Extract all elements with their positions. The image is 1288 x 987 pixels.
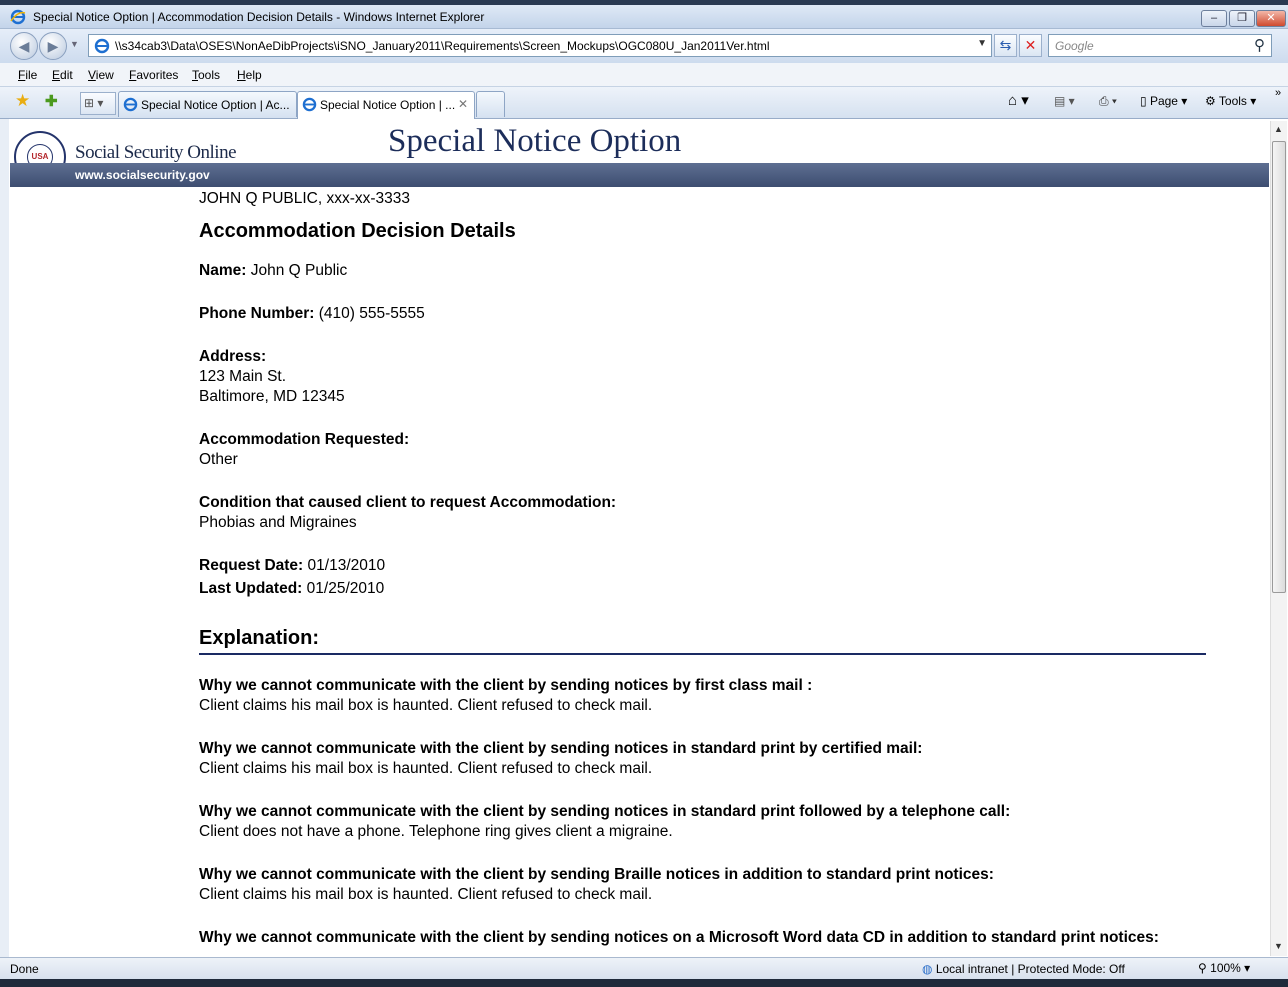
window-title: Special Notice Option | Accommodation De… [33, 10, 485, 24]
new-tab-button[interactable] [476, 91, 505, 117]
accommodation-value: Other [199, 451, 238, 468]
tab-1-label: Special Notice Option | Ac... [141, 98, 290, 112]
status-bar: Done ◍ Local intranet | Protected Mode: … [0, 957, 1288, 979]
request-date-row: Request Date: 01/13/2010 [199, 557, 385, 575]
security-zone[interactable]: ◍ Local intranet | Protected Mode: Off [922, 962, 1125, 976]
page-title: Special Notice Option [388, 123, 682, 159]
scrollbar-thumb[interactable] [1272, 141, 1286, 593]
restore-button[interactable]: ❐ [1229, 10, 1255, 27]
scroll-down-icon[interactable]: ▼ [1274, 941, 1283, 951]
last-updated-label: Last Updated: [199, 580, 303, 597]
menu-edit[interactable]: Edit [52, 68, 73, 82]
page-menu[interactable]: ▯ Page ▾ [1140, 94, 1187, 108]
toolbar-overflow-icon[interactable]: » [1275, 87, 1281, 99]
address-line-2: Baltimore, MD 12345 [199, 388, 345, 405]
search-placeholder[interactable]: Google [1055, 39, 1094, 53]
page-icon [94, 38, 110, 54]
phone-value: (410) 555-5555 [318, 305, 425, 322]
scroll-up-icon[interactable]: ▲ [1274, 124, 1283, 134]
menu-favorites[interactable]: Favorites [129, 68, 178, 82]
minimize-button[interactable]: – [1201, 10, 1227, 27]
section-heading: Accommodation Decision Details [199, 220, 516, 242]
explanation-answer-3: Client does not have a phone. Telephone … [199, 823, 673, 840]
ie-logo-icon [10, 9, 26, 25]
site-url-bar: www.socialsecurity.gov [10, 163, 1269, 187]
os-taskbar [0, 979, 1288, 987]
tab-ie-icon [123, 97, 138, 112]
explanation-answer-4: Client claims his mail box is haunted. C… [199, 886, 653, 903]
close-window-button[interactable]: ✕ [1256, 10, 1286, 27]
close-tab-icon[interactable]: ✕ [458, 97, 468, 111]
back-button[interactable]: ◀ [10, 32, 38, 60]
condition-label: Condition that caused client to request … [199, 494, 617, 511]
site-url[interactable]: www.socialsecurity.gov [75, 168, 210, 182]
menu-view[interactable]: View [88, 68, 114, 82]
last-updated-value: 01/25/2010 [306, 580, 385, 597]
zoom-icon: ⚲ [1198, 961, 1207, 975]
brand-name: Social Security Online [75, 142, 237, 163]
explanation-divider [199, 653, 1206, 655]
quick-tabs-button[interactable]: ⊞ ▾ [80, 92, 116, 115]
explanation-question-2: Why we cannot communicate with the clien… [199, 740, 923, 757]
address-label: Address: [199, 348, 267, 365]
tools-menu[interactable]: ⚙ Tools ▾ [1205, 94, 1256, 108]
gear-icon: ⚙ [1205, 94, 1216, 108]
address-line-1: 123 Main St. [199, 368, 287, 385]
request-date-value: 01/13/2010 [307, 557, 386, 574]
tab-bar: ★ ✚ ⊞ ▾ Special Notice Option | Ac... Sp… [0, 87, 1288, 119]
explanation-question-4: Why we cannot communicate with the clien… [199, 866, 994, 883]
tab-ie-icon [302, 97, 317, 112]
menu-help[interactable]: Help [237, 68, 262, 82]
tab-1[interactable]: Special Notice Option | Ac... [118, 91, 297, 117]
page-menu-label[interactable]: Page [1150, 94, 1178, 108]
phone-label: Phone Number: [199, 305, 315, 322]
favorites-star-icon[interactable]: ★ [15, 91, 30, 111]
explanation-heading: Explanation: [199, 627, 320, 649]
client-line: JOHN Q PUBLIC, xxx-xx-3333 [199, 190, 411, 207]
forward-button[interactable]: ▶ [39, 32, 67, 60]
last-updated-row: Last Updated: 01/25/2010 [199, 580, 384, 598]
tab-2-label: Special Notice Option | ... [320, 98, 456, 112]
window-titlebar: Special Notice Option | Accommodation De… [0, 5, 1288, 29]
explanation-answer-1: Client claims his mail box is haunted. C… [199, 697, 653, 714]
feeds-icon[interactable]: ▤ ▾ [1054, 94, 1075, 108]
address-dropdown-icon[interactable]: ▼ [977, 38, 987, 49]
explanation-question-3: Why we cannot communicate with the clien… [199, 803, 1011, 820]
search-box[interactable]: Google ⚲ [1048, 34, 1272, 57]
name-row: Name: John Q Public [199, 262, 347, 280]
navigation-toolbar: ◀ ▶ ▼ \\s34cab3\Data\OSES\NonAeDibProjec… [0, 29, 1288, 63]
explanation-question-1: Why we cannot communicate with the clien… [199, 677, 813, 694]
request-date-label: Request Date: [199, 557, 304, 574]
vertical-scrollbar[interactable]: ▲ ▼ [1270, 121, 1287, 956]
globe-icon: ◍ [922, 962, 933, 976]
menu-tools[interactable]: Tools [192, 68, 220, 82]
explanation-question-5: Why we cannot communicate with the clien… [199, 929, 1159, 946]
refresh-button[interactable]: ⇆ [994, 34, 1017, 57]
zoom-control[interactable]: ⚲ 100% ▾ [1198, 961, 1250, 975]
stop-button[interactable]: ✕ [1019, 34, 1042, 57]
accommodation-label: Accommodation Requested: [199, 431, 410, 448]
menu-file[interactable]: File [18, 68, 37, 82]
phone-row: Phone Number: (410) 555-5555 [199, 305, 425, 323]
address-url[interactable]: \\s34cab3\Data\OSES\NonAeDibProjects\iSN… [115, 39, 770, 53]
search-icon[interactable]: ⚲ [1254, 36, 1265, 54]
print-icon[interactable]: ⎙ ▾ [1099, 94, 1117, 109]
name-label: Name: [199, 262, 247, 279]
condition-value: Phobias and Migraines [199, 514, 357, 531]
zone-text: Local intranet | Protected Mode: Off [935, 962, 1125, 976]
menu-bar: File Edit View Favorites Tools Help [0, 63, 1288, 87]
name-value: John Q Public [250, 262, 348, 279]
zoom-level: 100% [1210, 961, 1241, 975]
home-icon[interactable]: ⌂ ▾ [1008, 91, 1029, 109]
address-bar[interactable]: \\s34cab3\Data\OSES\NonAeDibProjects\iSN… [88, 34, 992, 57]
recent-pages-dropdown-icon[interactable]: ▼ [70, 39, 79, 49]
status-text: Done [10, 962, 39, 976]
tab-2-active[interactable]: Special Notice Option | ... ✕ [297, 91, 475, 119]
explanation-answer-2: Client claims his mail box is haunted. C… [199, 760, 653, 777]
tools-menu-label[interactable]: Tools [1219, 94, 1247, 108]
add-favorite-icon[interactable]: ✚ [45, 92, 58, 110]
